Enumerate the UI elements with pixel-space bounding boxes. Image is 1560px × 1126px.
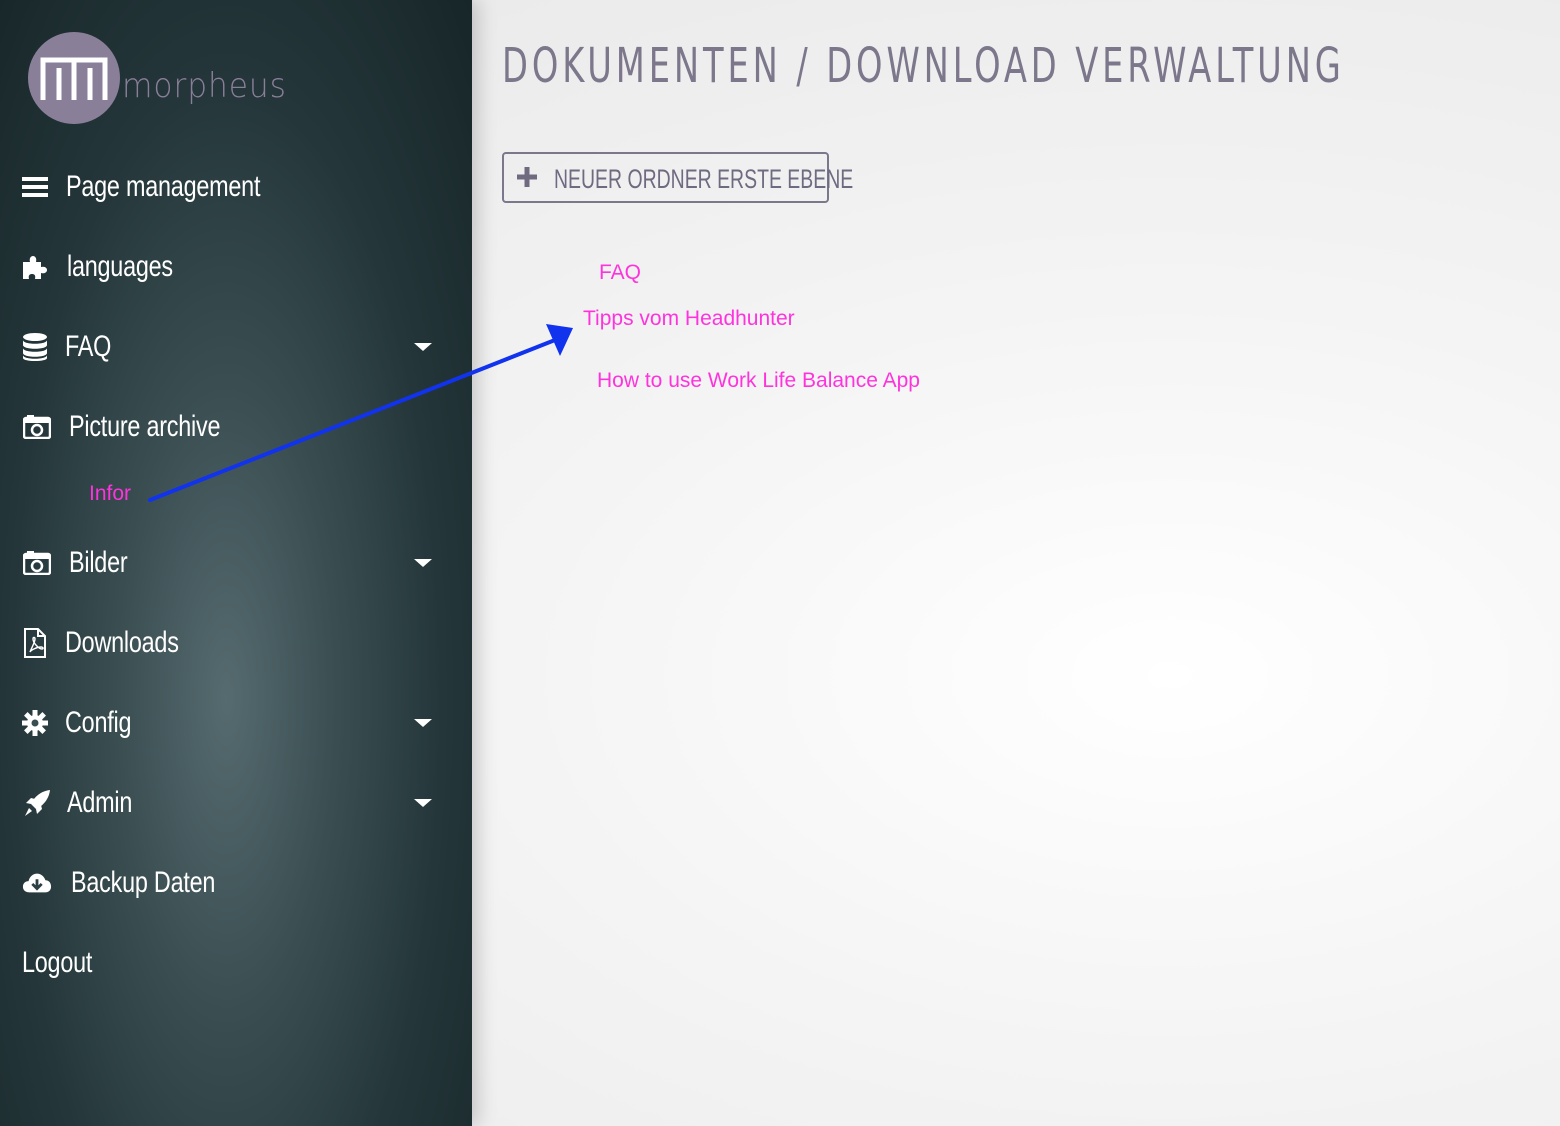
sidebar-item-label: languages	[67, 250, 173, 283]
annotation-label: Infor	[89, 482, 132, 505]
app-window: morpheus Page management languages FAQ P…	[0, 0, 1560, 1126]
logo-mark	[28, 32, 120, 124]
new-folder-button-label: NEUER ORDNER ERSTE EBENE	[554, 164, 854, 194]
folder-item-tipps-vom-headhunter[interactable]: Tipps vom Headhunter	[583, 307, 795, 331]
sidebar-item-picture-archive[interactable]: Picture archive	[0, 397, 472, 457]
sidebar-item-backup-daten[interactable]: Backup Daten	[0, 853, 472, 913]
chevron-down-icon[interactable]	[414, 343, 432, 351]
sidebar-item-bilder[interactable]: Bilder	[0, 533, 472, 593]
sidebar-item-downloads[interactable]: Downloads	[0, 613, 472, 673]
sidebar-item-label: Bilder	[69, 546, 128, 579]
plus-icon	[517, 167, 537, 187]
sidebar-item-label: Backup Daten	[71, 866, 216, 899]
folder-item-faq[interactable]: FAQ	[599, 261, 641, 285]
cloud-download-icon	[22, 868, 52, 898]
sidebar-item-label: Config	[65, 706, 132, 739]
camera-icon	[22, 412, 52, 442]
chevron-down-icon[interactable]	[414, 719, 432, 727]
pdf-file-icon	[20, 628, 50, 658]
sidebar-item-label: Logout	[22, 946, 93, 979]
sidebar-item-label: Page management	[66, 170, 261, 203]
sidebar-item-label: Admin	[67, 786, 133, 819]
chevron-down-icon[interactable]	[414, 799, 432, 807]
sidebar-item-page-management[interactable]: Page management	[0, 157, 472, 217]
page-title: DOKUMENTEN / DOWNLOAD VERWALTUNG	[502, 38, 1345, 94]
gear-icon	[20, 708, 50, 738]
sidebar-item-label: Picture archive	[69, 410, 221, 443]
camera-icon	[22, 548, 52, 578]
logo-text: morpheus	[122, 66, 287, 106]
folder-item-work-life-balance-app[interactable]: How to use Work Life Balance App	[597, 369, 920, 393]
sidebar-item-label: FAQ	[65, 330, 112, 363]
sidebar-item-faq[interactable]: FAQ	[0, 317, 472, 377]
sidebar-item-languages[interactable]: languages	[0, 237, 472, 297]
sidebar-item-logout[interactable]: Logout	[0, 933, 472, 993]
sidebar: morpheus Page management languages FAQ P…	[0, 0, 472, 1126]
logo[interactable]: morpheus	[28, 32, 288, 128]
sidebar-item-admin[interactable]: Admin	[0, 773, 472, 833]
sidebar-item-label: Downloads	[65, 626, 179, 659]
rocket-icon	[22, 788, 52, 818]
puzzle-icon	[20, 252, 50, 282]
chevron-down-icon[interactable]	[414, 559, 432, 567]
sidebar-item-config[interactable]: Config	[0, 693, 472, 753]
database-icon	[20, 332, 50, 362]
new-folder-button[interactable]: NEUER ORDNER ERSTE EBENE	[502, 152, 853, 203]
bars-icon	[20, 172, 50, 202]
